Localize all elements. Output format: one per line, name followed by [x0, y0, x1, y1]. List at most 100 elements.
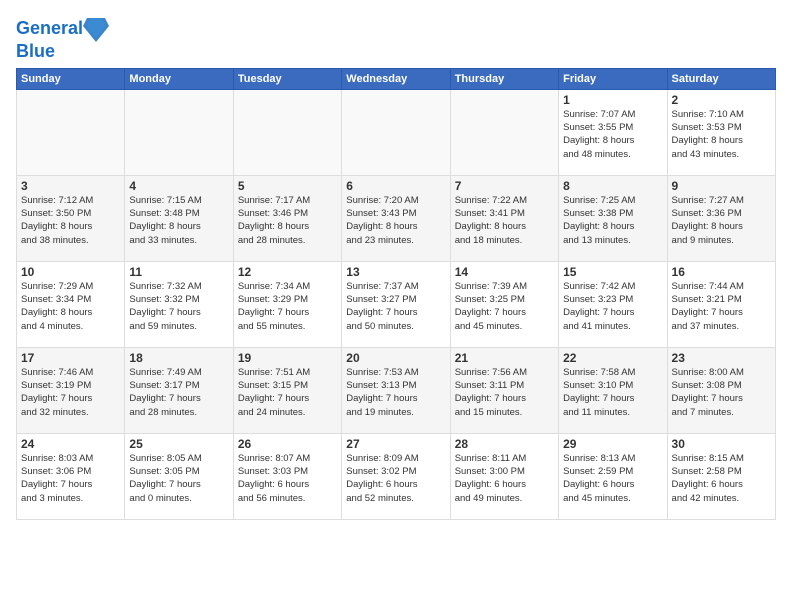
- day-info: Sunrise: 7:20 AM Sunset: 3:43 PM Dayligh…: [346, 194, 445, 247]
- day-number: 9: [672, 179, 771, 193]
- calendar-week-row: 1Sunrise: 7:07 AM Sunset: 3:55 PM Daylig…: [17, 89, 776, 175]
- day-number: 26: [238, 437, 337, 451]
- day-number: 20: [346, 351, 445, 365]
- calendar-week-row: 24Sunrise: 8:03 AM Sunset: 3:06 PM Dayli…: [17, 433, 776, 519]
- day-number: 17: [21, 351, 120, 365]
- day-number: 18: [129, 351, 228, 365]
- calendar-day-cell: 10Sunrise: 7:29 AM Sunset: 3:34 PM Dayli…: [17, 261, 125, 347]
- weekday-header: Monday: [125, 68, 233, 89]
- weekday-header: Friday: [559, 68, 667, 89]
- calendar-day-cell: 30Sunrise: 8:15 AM Sunset: 2:58 PM Dayli…: [667, 433, 775, 519]
- day-number: 4: [129, 179, 228, 193]
- weekday-header: Thursday: [450, 68, 558, 89]
- day-info: Sunrise: 7:22 AM Sunset: 3:41 PM Dayligh…: [455, 194, 554, 247]
- day-info: Sunrise: 7:27 AM Sunset: 3:36 PM Dayligh…: [672, 194, 771, 247]
- day-info: Sunrise: 7:12 AM Sunset: 3:50 PM Dayligh…: [21, 194, 120, 247]
- day-number: 12: [238, 265, 337, 279]
- day-info: Sunrise: 7:53 AM Sunset: 3:13 PM Dayligh…: [346, 366, 445, 419]
- calendar-day-cell: 1Sunrise: 7:07 AM Sunset: 3:55 PM Daylig…: [559, 89, 667, 175]
- calendar-day-cell: 23Sunrise: 8:00 AM Sunset: 3:08 PM Dayli…: [667, 347, 775, 433]
- day-number: 29: [563, 437, 662, 451]
- day-info: Sunrise: 7:17 AM Sunset: 3:46 PM Dayligh…: [238, 194, 337, 247]
- day-info: Sunrise: 7:58 AM Sunset: 3:10 PM Dayligh…: [563, 366, 662, 419]
- calendar-table: SundayMondayTuesdayWednesdayThursdayFrid…: [16, 68, 776, 520]
- day-info: Sunrise: 7:29 AM Sunset: 3:34 PM Dayligh…: [21, 280, 120, 333]
- day-info: Sunrise: 7:49 AM Sunset: 3:17 PM Dayligh…: [129, 366, 228, 419]
- day-number: 13: [346, 265, 445, 279]
- day-info: Sunrise: 7:37 AM Sunset: 3:27 PM Dayligh…: [346, 280, 445, 333]
- day-number: 16: [672, 265, 771, 279]
- calendar-body: 1Sunrise: 7:07 AM Sunset: 3:55 PM Daylig…: [17, 89, 776, 519]
- weekday-header: Wednesday: [342, 68, 450, 89]
- calendar-day-cell: 25Sunrise: 8:05 AM Sunset: 3:05 PM Dayli…: [125, 433, 233, 519]
- day-number: 30: [672, 437, 771, 451]
- calendar-day-cell: 19Sunrise: 7:51 AM Sunset: 3:15 PM Dayli…: [233, 347, 341, 433]
- calendar-week-row: 10Sunrise: 7:29 AM Sunset: 3:34 PM Dayli…: [17, 261, 776, 347]
- calendar-day-cell: 22Sunrise: 7:58 AM Sunset: 3:10 PM Dayli…: [559, 347, 667, 433]
- calendar-day-cell: [125, 89, 233, 175]
- calendar-day-cell: [450, 89, 558, 175]
- calendar-day-cell: 6Sunrise: 7:20 AM Sunset: 3:43 PM Daylig…: [342, 175, 450, 261]
- day-info: Sunrise: 8:00 AM Sunset: 3:08 PM Dayligh…: [672, 366, 771, 419]
- weekday-header: Tuesday: [233, 68, 341, 89]
- weekday-header: Sunday: [17, 68, 125, 89]
- logo-blue-text: Blue: [16, 42, 109, 62]
- calendar-day-cell: 27Sunrise: 8:09 AM Sunset: 3:02 PM Dayli…: [342, 433, 450, 519]
- weekday-header: Saturday: [667, 68, 775, 89]
- header-row: SundayMondayTuesdayWednesdayThursdayFrid…: [17, 68, 776, 89]
- calendar-day-cell: 18Sunrise: 7:49 AM Sunset: 3:17 PM Dayli…: [125, 347, 233, 433]
- calendar-week-row: 17Sunrise: 7:46 AM Sunset: 3:19 PM Dayli…: [17, 347, 776, 433]
- logo-text: General: [16, 19, 83, 39]
- calendar-day-cell: 11Sunrise: 7:32 AM Sunset: 3:32 PM Dayli…: [125, 261, 233, 347]
- day-number: 25: [129, 437, 228, 451]
- day-number: 11: [129, 265, 228, 279]
- day-number: 28: [455, 437, 554, 451]
- calendar-day-cell: 28Sunrise: 8:11 AM Sunset: 3:00 PM Dayli…: [450, 433, 558, 519]
- calendar-day-cell: 21Sunrise: 7:56 AM Sunset: 3:11 PM Dayli…: [450, 347, 558, 433]
- calendar-day-cell: [342, 89, 450, 175]
- header: General Blue: [16, 10, 776, 62]
- calendar-day-cell: 29Sunrise: 8:13 AM Sunset: 2:59 PM Dayli…: [559, 433, 667, 519]
- calendar-week-row: 3Sunrise: 7:12 AM Sunset: 3:50 PM Daylig…: [17, 175, 776, 261]
- day-info: Sunrise: 7:42 AM Sunset: 3:23 PM Dayligh…: [563, 280, 662, 333]
- day-number: 1: [563, 93, 662, 107]
- day-info: Sunrise: 8:07 AM Sunset: 3:03 PM Dayligh…: [238, 452, 337, 505]
- calendar-day-cell: 7Sunrise: 7:22 AM Sunset: 3:41 PM Daylig…: [450, 175, 558, 261]
- day-number: 14: [455, 265, 554, 279]
- calendar-day-cell: 24Sunrise: 8:03 AM Sunset: 3:06 PM Dayli…: [17, 433, 125, 519]
- day-info: Sunrise: 7:15 AM Sunset: 3:48 PM Dayligh…: [129, 194, 228, 247]
- calendar-day-cell: 20Sunrise: 7:53 AM Sunset: 3:13 PM Dayli…: [342, 347, 450, 433]
- day-number: 7: [455, 179, 554, 193]
- calendar-day-cell: 4Sunrise: 7:15 AM Sunset: 3:48 PM Daylig…: [125, 175, 233, 261]
- calendar-day-cell: 16Sunrise: 7:44 AM Sunset: 3:21 PM Dayli…: [667, 261, 775, 347]
- day-info: Sunrise: 8:09 AM Sunset: 3:02 PM Dayligh…: [346, 452, 445, 505]
- day-number: 15: [563, 265, 662, 279]
- day-number: 10: [21, 265, 120, 279]
- day-number: 23: [672, 351, 771, 365]
- logo-icon: [83, 14, 109, 44]
- day-number: 6: [346, 179, 445, 193]
- day-number: 3: [21, 179, 120, 193]
- calendar-day-cell: 12Sunrise: 7:34 AM Sunset: 3:29 PM Dayli…: [233, 261, 341, 347]
- calendar-day-cell: 14Sunrise: 7:39 AM Sunset: 3:25 PM Dayli…: [450, 261, 558, 347]
- day-number: 2: [672, 93, 771, 107]
- calendar-day-cell: 8Sunrise: 7:25 AM Sunset: 3:38 PM Daylig…: [559, 175, 667, 261]
- day-info: Sunrise: 7:46 AM Sunset: 3:19 PM Dayligh…: [21, 366, 120, 419]
- day-number: 24: [21, 437, 120, 451]
- logo: General Blue: [16, 14, 109, 62]
- day-number: 21: [455, 351, 554, 365]
- calendar-day-cell: 5Sunrise: 7:17 AM Sunset: 3:46 PM Daylig…: [233, 175, 341, 261]
- day-info: Sunrise: 8:03 AM Sunset: 3:06 PM Dayligh…: [21, 452, 120, 505]
- calendar-day-cell: 9Sunrise: 7:27 AM Sunset: 3:36 PM Daylig…: [667, 175, 775, 261]
- day-number: 22: [563, 351, 662, 365]
- calendar-header: SundayMondayTuesdayWednesdayThursdayFrid…: [17, 68, 776, 89]
- day-info: Sunrise: 7:25 AM Sunset: 3:38 PM Dayligh…: [563, 194, 662, 247]
- calendar-day-cell: 26Sunrise: 8:07 AM Sunset: 3:03 PM Dayli…: [233, 433, 341, 519]
- calendar-day-cell: 13Sunrise: 7:37 AM Sunset: 3:27 PM Dayli…: [342, 261, 450, 347]
- day-info: Sunrise: 8:13 AM Sunset: 2:59 PM Dayligh…: [563, 452, 662, 505]
- day-number: 27: [346, 437, 445, 451]
- day-number: 19: [238, 351, 337, 365]
- day-info: Sunrise: 7:44 AM Sunset: 3:21 PM Dayligh…: [672, 280, 771, 333]
- day-info: Sunrise: 7:32 AM Sunset: 3:32 PM Dayligh…: [129, 280, 228, 333]
- day-info: Sunrise: 8:05 AM Sunset: 3:05 PM Dayligh…: [129, 452, 228, 505]
